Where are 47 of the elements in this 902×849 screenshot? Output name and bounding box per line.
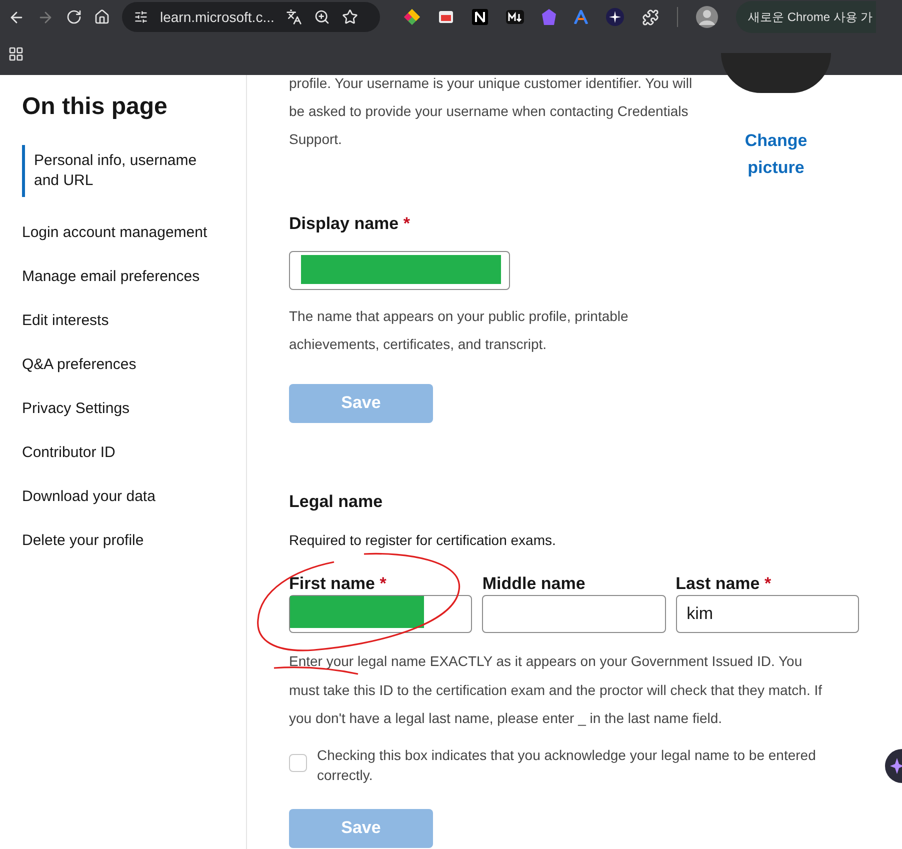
change-picture-link[interactable]: Change picture	[741, 127, 811, 181]
help-text: The name that appears on your public profile, printable achievements, certificates, and transcript.	[289, 306, 630, 354]
sidebar-link[interactable]: Q&A preferences	[22, 343, 246, 387]
section-subtitle: Required to register for certification exams.	[289, 531, 557, 550]
extensions-icon[interactable]	[642, 8, 659, 26]
field-label: First name	[289, 574, 375, 593]
name-input[interactable]	[289, 595, 472, 633]
extension-icon[interactable]	[472, 9, 488, 25]
required-mark: *	[764, 574, 772, 593]
sidebar-link[interactable]: Edit interests	[22, 299, 246, 343]
field-label: Middle name	[482, 574, 586, 593]
sidebar-link[interactable]: Delete your profile	[22, 519, 246, 563]
extension-icon[interactable]	[438, 10, 454, 24]
intro-text: profile. Your username is your unique customer identifier. You will be asked to provide your username when contacting Credentials Support.	[289, 74, 694, 149]
profile-avatar-icon[interactable]	[696, 6, 718, 28]
display-name-input[interactable]	[289, 250, 510, 290]
section-title: Legal name	[289, 490, 384, 513]
sidebar-title: On this page	[22, 92, 168, 122]
sidebar-link[interactable]: Download your data	[22, 475, 246, 519]
sidebar-link[interactable]: Privacy Settings	[22, 387, 246, 431]
site-settings-icon[interactable]	[134, 10, 148, 24]
required-mark: *	[380, 574, 386, 593]
field-label: Display name	[289, 214, 399, 233]
home-icon[interactable]	[94, 9, 110, 25]
floating-assistant-icon[interactable]	[884, 748, 902, 784]
sidebar-link[interactable]: Contributor ID	[22, 431, 246, 475]
translate-icon[interactable]	[286, 9, 302, 25]
reload-icon[interactable]	[66, 9, 82, 25]
extension-icon[interactable]	[404, 9, 420, 25]
sidebar-link[interactable]: Manage email preferences	[22, 255, 246, 299]
extension-icon[interactable]	[506, 10, 524, 24]
name-input[interactable]	[482, 595, 666, 633]
required-mark: *	[403, 214, 410, 233]
field-label: Last name	[676, 574, 760, 593]
apps-icon[interactable]	[8, 46, 24, 62]
name-input[interactable]: kim	[676, 595, 859, 633]
acknowledge-checkbox[interactable]	[289, 754, 307, 772]
extension-icon[interactable]	[606, 8, 624, 26]
address-bar[interactable]: learn.microsoft.c...	[122, 2, 380, 32]
sidebar-link[interactable]: Personal info, username and URL	[22, 145, 212, 197]
bookmark-star-icon[interactable]	[342, 9, 358, 25]
sidebar-link[interactable]: Login account management	[22, 211, 246, 255]
zoom-icon[interactable]	[314, 9, 330, 25]
help-text: Enter your legal name EXACTLY as it appears on your Government Issued ID. You must take this ID to the certification exam and the proctor will check that they match. If you don't have a legal last name, please enter _ in the last name field.	[289, 652, 824, 728]
url-text: learn.microsoft.c...	[160, 8, 274, 26]
acknowledge-label: Checking this box indicates that you acknowledge your legal name to be entered correctly.	[317, 746, 817, 784]
update-chrome-pill[interactable]: 새로운 Chrome 사용 가	[736, 1, 876, 33]
